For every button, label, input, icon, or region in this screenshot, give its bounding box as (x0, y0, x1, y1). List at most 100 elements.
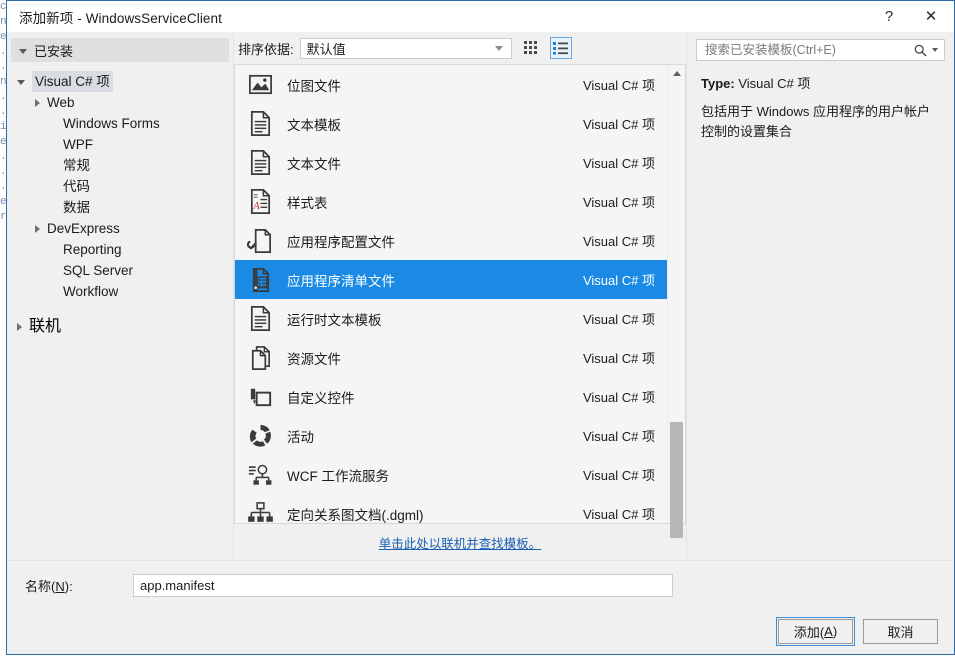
template-list-item[interactable]: 运行时文本模板 Visual C# 项 (235, 299, 667, 338)
app-config-file-icon (245, 226, 275, 256)
online-section-header[interactable]: 联机 (7, 316, 233, 337)
find-more-templates-link[interactable]: 单击此处以联机并查找模板。 (379, 533, 542, 552)
template-category-tree: Visual C# 项 Web Windows Forms WPF 常规代码数据 DevE… (7, 62, 233, 302)
template-item-name: 自定义控件 (287, 390, 355, 406)
tree-item[interactable]: Reporting (7, 239, 233, 260)
chevron-right-icon (17, 322, 22, 331)
scrollbar-track[interactable] (668, 82, 685, 538)
template-list-item[interactable]: 应用程序清单文件 Visual C# 项 (235, 260, 667, 299)
svg-text:A: A (252, 201, 260, 212)
template-item-type: Visual C# 项 (582, 234, 655, 249)
template-item-type: Visual C# 项 (582, 312, 655, 327)
activity-icon (249, 424, 271, 447)
bitmap-file-icon (248, 74, 272, 95)
template-item-name: 文本模板 (287, 117, 341, 133)
tree-item[interactable]: 代码 (7, 176, 233, 197)
tree-item-label: Web (47, 95, 75, 110)
caret-up-icon (672, 71, 681, 76)
runtime-text-template-icon (245, 304, 275, 334)
search-input[interactable] (703, 42, 914, 58)
add-new-item-dialog: 添加新项 - WindowsServiceClient ? ✕ 已安装 Visu… (6, 0, 955, 655)
tree-item-label: DevExpress (47, 221, 120, 236)
medium-icons-view-button[interactable] (520, 37, 542, 59)
help-button[interactable]: ? (868, 1, 910, 31)
template-item-name: WCF 工作流服务 (287, 468, 389, 484)
online-section-label: 联机 (29, 318, 62, 335)
installed-section-header[interactable]: 已安装 (11, 38, 229, 62)
template-item-type: Visual C# 项 (582, 78, 655, 93)
tree-item[interactable]: 数据 (7, 197, 233, 218)
tree-item[interactable]: Workflow (7, 281, 233, 302)
style-sheet-icon: A (245, 187, 275, 217)
template-list-item[interactable]: A 样式表 Visual C# 项 (235, 182, 667, 221)
tree-item[interactable]: Web (7, 92, 233, 113)
close-button[interactable]: ✕ (910, 1, 952, 31)
tree-item-label: WPF (63, 137, 93, 152)
search-templates-box[interactable] (696, 39, 945, 61)
resource-file-icon (245, 343, 275, 373)
tree-item[interactable]: 常规 (7, 155, 233, 176)
tree-item[interactable]: DevExpress (7, 218, 233, 239)
grid-icon (523, 41, 537, 54)
template-list-scrollbar[interactable] (667, 65, 685, 538)
dialog-buttons: 添加(A) 取消 (768, 617, 938, 646)
template-type-value: Visual C# 项 (738, 76, 811, 91)
cancel-button[interactable]: 取消 (863, 619, 938, 644)
chevron-down-icon[interactable] (932, 48, 938, 52)
sort-by-value: 默认值 (306, 41, 346, 57)
tree-item-label: Windows Forms (63, 116, 160, 131)
resource-file-icon (251, 346, 270, 370)
template-list-item[interactable]: WCF 工作流服务 Visual C# 项 (235, 455, 667, 494)
template-description: Type: Visual C# 项 包括用于 Windows 应用程序的用户帐户… (687, 61, 954, 142)
chevron-down-icon (17, 80, 25, 85)
name-input[interactable] (133, 574, 673, 597)
tree-item-label: SQL Server (63, 263, 134, 278)
name-label-prefix: 名称( (25, 579, 56, 594)
tree-item[interactable]: Visual C# 项 (7, 71, 233, 92)
app-manifest-file-icon (252, 268, 269, 292)
add-button-suffix: ) (832, 624, 838, 639)
template-list-item[interactable]: 位图文件 Visual C# 项 (235, 65, 667, 104)
tree-item[interactable]: WPF (7, 134, 233, 155)
name-field-label: 名称(N): (7, 576, 133, 595)
template-item-type: Visual C# 项 (582, 117, 655, 132)
add-button[interactable]: 添加(A) (776, 617, 855, 646)
sort-by-dropdown[interactable]: 默认值 (299, 37, 512, 59)
list-view-button[interactable] (549, 37, 572, 59)
template-item-name: 活动 (287, 429, 314, 445)
list-icon (553, 42, 569, 55)
template-item-type: Visual C# 项 (582, 351, 655, 366)
installed-section-label: 已安装 (34, 43, 74, 59)
dialog-titlebar: 添加新项 - WindowsServiceClient ? ✕ (7, 1, 954, 32)
tree-item[interactable]: SQL Server (7, 260, 233, 281)
template-list-item[interactable]: 活动 Visual C# 项 (235, 416, 667, 455)
text-file-icon (250, 150, 270, 175)
search-icon (914, 44, 927, 56)
text-file-icon (245, 148, 275, 178)
template-list-item[interactable]: 应用程序配置文件 Visual C# 项 (235, 221, 667, 260)
name-row: 名称(N): (7, 561, 954, 597)
tree-item-label: 代码 (63, 179, 90, 194)
template-list-item[interactable]: 自定义控件 Visual C# 项 (235, 377, 667, 416)
tree-item-label: 数据 (63, 200, 90, 215)
template-list: 位图文件 Visual C# 项文本模板 Visual C# 项文本文件 Visual… (235, 65, 667, 523)
app-manifest-file-icon (245, 265, 275, 295)
template-list-item[interactable]: 定向关系图文档(.dgml) Visual C# 项 (235, 494, 667, 523)
template-list-item[interactable]: 文本文件 Visual C# 项 (235, 143, 667, 182)
template-list-item[interactable]: 文本模板 Visual C# 项 (235, 104, 667, 143)
template-item-name: 应用程序清单文件 (287, 273, 395, 289)
tree-item[interactable]: Windows Forms (7, 113, 233, 134)
scroll-up-button[interactable] (668, 65, 685, 82)
chevron-right-icon (35, 224, 40, 233)
scrollbar-thumb[interactable] (670, 422, 683, 538)
template-item-name: 应用程序配置文件 (287, 234, 395, 250)
screen: censem.e.eni.e.eilem.e.e.eerri 添加新项 - Wi… (0, 0, 955, 660)
template-list-item[interactable]: 资源文件 Visual C# 项 (235, 338, 667, 377)
name-label-accesskey: N (55, 579, 65, 594)
tree-item-label: Workflow (63, 284, 119, 299)
